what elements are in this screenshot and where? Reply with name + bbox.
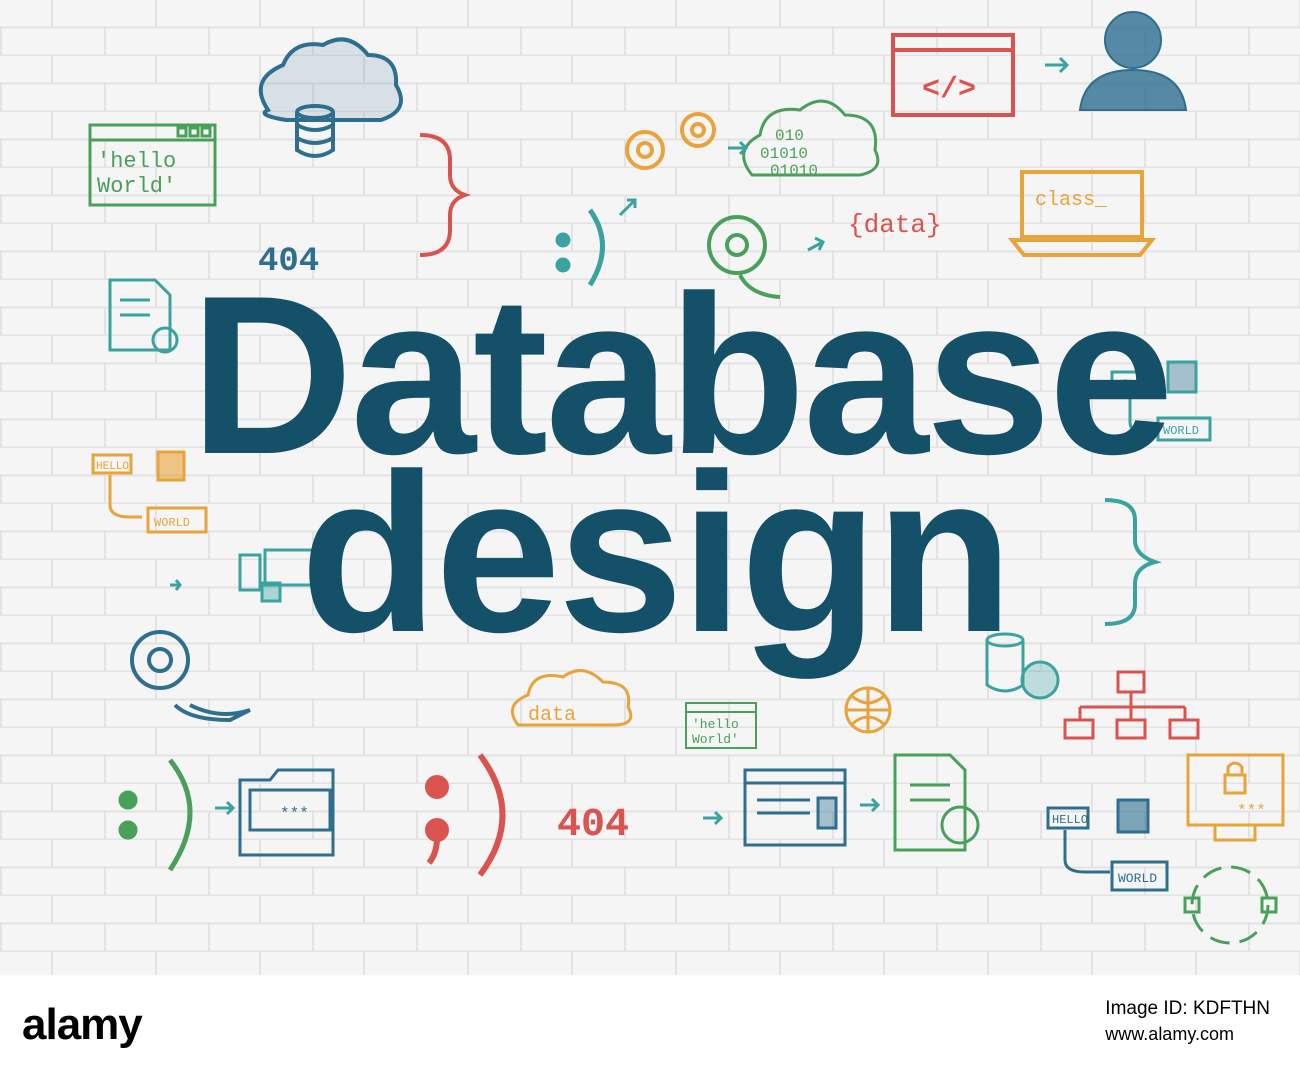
globe-icon <box>844 686 892 734</box>
world-small-left: WORLD <box>154 516 190 530</box>
image-id: Image ID: KDFTHN <box>1105 998 1270 1019</box>
password-mask: *** <box>1237 802 1266 820</box>
hello-world-small-label-2: World' <box>692 732 739 747</box>
brand-logo: alamy <box>22 1000 143 1050</box>
hello-world-small-label: 'hello <box>692 717 739 732</box>
hello-world-label: 'hello <box>97 149 176 174</box>
binary-text-2: 01010 <box>760 145 808 163</box>
site-url: www.alamy.com <box>1105 1024 1234 1044</box>
hello-world-label-2: World' <box>97 174 176 199</box>
code-404-bottom: 404 <box>557 803 629 848</box>
headline-line-2: design <box>300 426 1013 679</box>
class-label: class_ <box>1035 189 1108 212</box>
data-cloud-label: data <box>528 704 576 727</box>
svg-text:</>: </> <box>922 73 976 107</box>
hello-small-left: HELLO <box>96 461 129 473</box>
image-info: Image ID: KDFTHN www.alamy.com <box>1105 998 1270 1045</box>
svg-text:***: *** <box>280 805 309 823</box>
brand-logo-text: alamy <box>22 1000 143 1049</box>
data-brace-label: {data} <box>848 210 942 240</box>
binary-text-3: 01010 <box>770 162 818 180</box>
binary-text-1: 010 <box>775 127 804 145</box>
world-small-bottom: WORLD <box>1118 871 1157 886</box>
hello-small-bottom: HELLO <box>1052 813 1088 827</box>
